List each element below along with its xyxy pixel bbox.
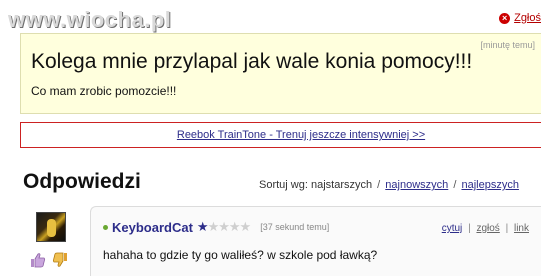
answer-text: hahaha to gdzie ty go waliłeś? w szkole … bbox=[103, 248, 378, 262]
answer-author[interactable]: KeyboardCat bbox=[112, 220, 193, 235]
sort-bar: Sortuj wg: najstarszych / najnowszych / … bbox=[259, 179, 519, 191]
sort-separator: / bbox=[377, 179, 381, 191]
sort-separator: / bbox=[453, 179, 457, 191]
star-empty-icon: ★ bbox=[228, 219, 241, 234]
avatar[interactable] bbox=[36, 212, 66, 242]
star-empty-icon: ★ bbox=[207, 219, 220, 234]
question-title: Kolega mnie przylapal jak wale konia pom… bbox=[31, 50, 473, 73]
sort-newest-link[interactable]: najnowszych bbox=[385, 179, 448, 191]
star-empty-icon: ★ bbox=[239, 219, 252, 234]
question-timestamp: [minutę temu] bbox=[480, 40, 535, 50]
sort-best-link[interactable]: najlepszych bbox=[461, 179, 518, 191]
answers-heading: Odpowiedzi bbox=[23, 170, 141, 193]
ad-banner: Reebok TrainTone - Trenuj jeszcze intens… bbox=[20, 122, 541, 148]
answer-actions: cytuj | zgłoś | link bbox=[442, 223, 529, 234]
question-body: Co mam zrobic pomozcie!!! bbox=[31, 84, 177, 98]
sort-label: Sortuj wg: najstarszych bbox=[259, 179, 373, 191]
question-box: [minutę temu] Kolega mnie przylapal jak … bbox=[20, 33, 541, 114]
report-answer-link[interactable]: zgłoś bbox=[476, 223, 499, 234]
online-status-icon bbox=[103, 224, 108, 230]
star-filled-icon: ★ bbox=[196, 219, 209, 234]
answer-header: KeyboardCat ★★★★★ [37 sekund temu] bbox=[103, 219, 329, 235]
thumbs-up-icon[interactable] bbox=[30, 252, 46, 268]
close-icon: × bbox=[499, 12, 511, 24]
answer-card: KeyboardCat ★★★★★ [37 sekund temu] cytuj… bbox=[90, 206, 541, 276]
answer-timestamp: [37 sekund temu] bbox=[260, 222, 330, 232]
actions-separator: | bbox=[468, 223, 471, 234]
thumbs-down-icon[interactable] bbox=[52, 252, 68, 268]
report-question[interactable]: × Zgłoś bbox=[499, 12, 541, 24]
permalink-link[interactable]: link bbox=[514, 223, 529, 234]
star-empty-icon: ★ bbox=[218, 219, 230, 234]
ad-link[interactable]: Reebok TrainTone - Trenuj jeszcze intens… bbox=[137, 129, 425, 141]
actions-separator: | bbox=[505, 223, 509, 234]
user-rating: ★★★★★ bbox=[196, 219, 252, 235]
report-link[interactable]: Zgłoś bbox=[514, 12, 541, 24]
cite-link[interactable]: cytuj bbox=[442, 223, 463, 234]
